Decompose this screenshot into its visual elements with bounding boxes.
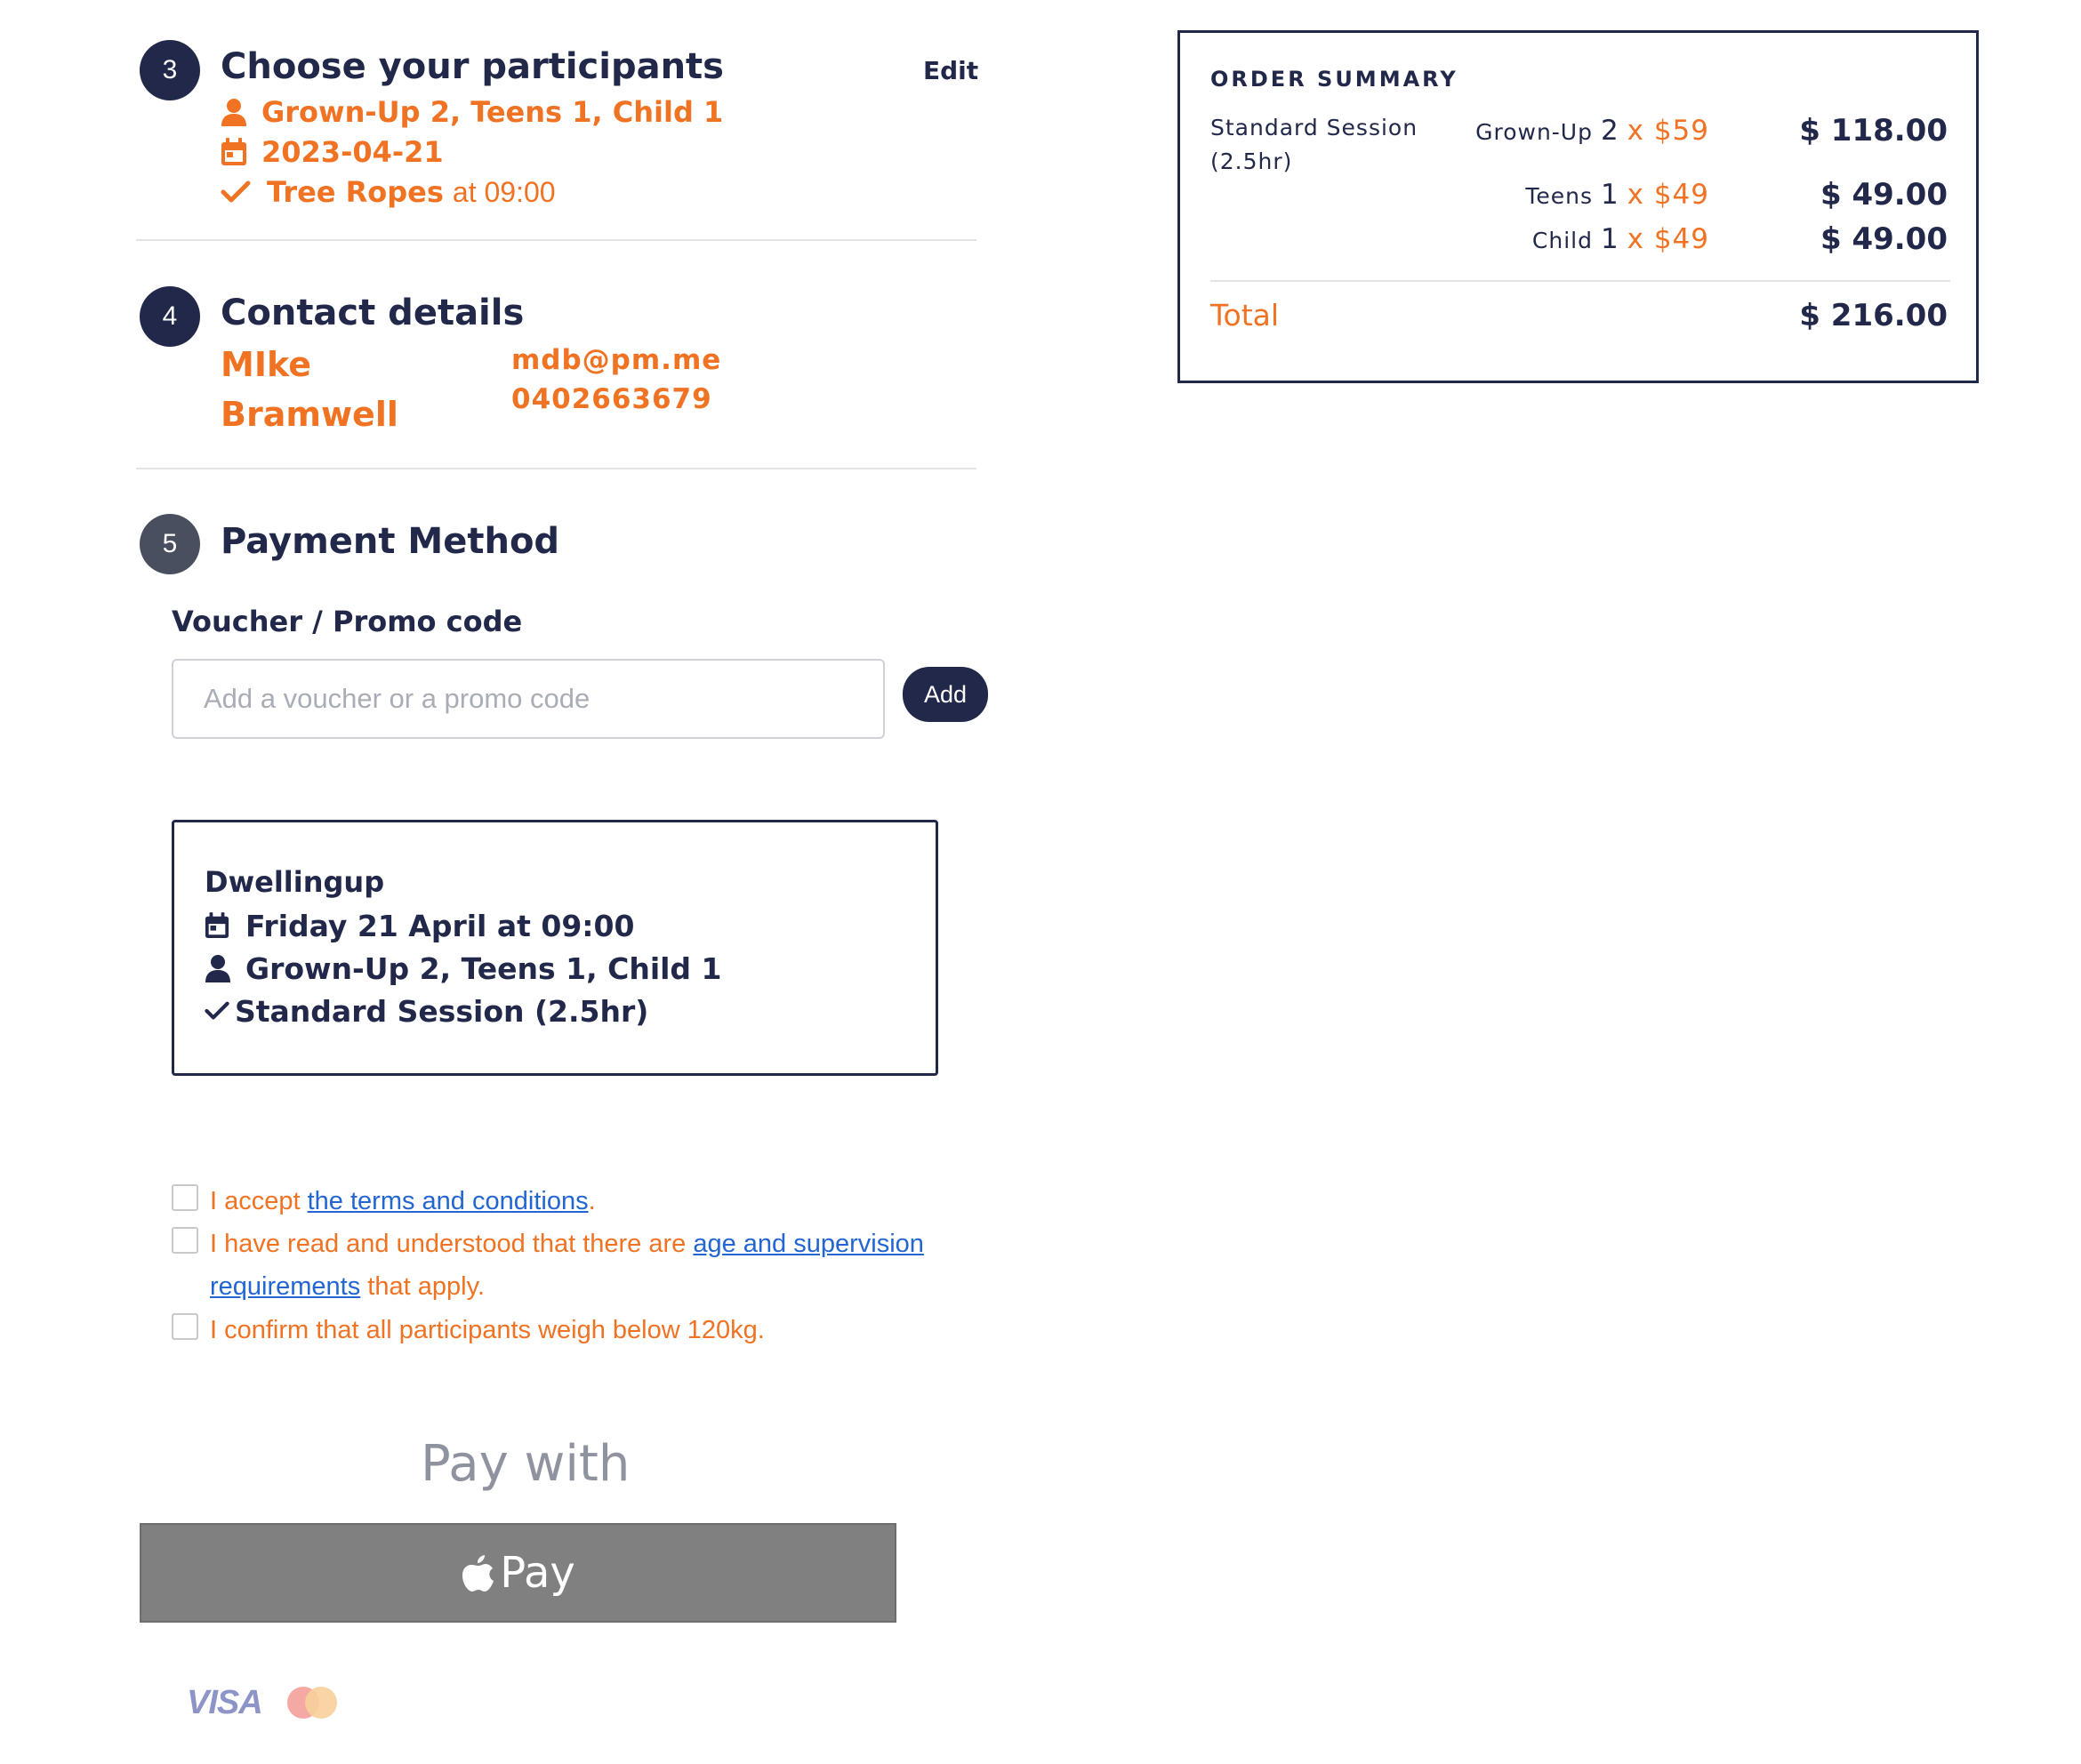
booking-datetime: Friday 21 April at 09:00 bbox=[245, 908, 635, 943]
order-line-category: Child bbox=[1531, 228, 1593, 253]
booking-session-line: Standard Session (2.5hr) bbox=[205, 990, 648, 1032]
payment-step-title: Payment Method bbox=[221, 521, 560, 562]
order-line-teens: Teens 1 x $49 bbox=[1525, 179, 1709, 211]
contact-last-name: Bramwell bbox=[221, 395, 398, 434]
voucher-label: Voucher / Promo code bbox=[172, 605, 523, 638]
contact-step-title: Contact details bbox=[221, 293, 525, 333]
card-brands: VISA bbox=[187, 1683, 339, 1722]
step-3-badge: 3 bbox=[140, 40, 200, 100]
contact-email: mdb@pm.me bbox=[511, 344, 722, 376]
add-voucher-button[interactable]: Add bbox=[903, 667, 988, 722]
step-5-badge: 5 bbox=[140, 514, 200, 574]
age-requirements-checkbox[interactable] bbox=[172, 1227, 198, 1254]
booking-location: Dwellingup bbox=[205, 865, 385, 899]
order-line-category: Teens bbox=[1525, 183, 1593, 209]
step-number: 4 bbox=[162, 301, 178, 331]
requirements-link[interactable]: requirements bbox=[210, 1272, 360, 1301]
apple-logo-icon bbox=[461, 1552, 496, 1594]
contact-first-name: MIke bbox=[221, 345, 311, 384]
order-item-name-line-2: (2.5hr) bbox=[1210, 148, 1293, 174]
booking-datetime-line: Friday 21 April at 09:00 bbox=[205, 904, 634, 947]
activity-line: Tree Ropes at 09:00 bbox=[221, 172, 556, 212]
weight-text: I confirm that all participants weigh be… bbox=[210, 1316, 765, 1344]
date-text: 2023-04-21 bbox=[261, 135, 444, 169]
age-requirements-text-line-1: I have read and understood that there ar… bbox=[210, 1223, 924, 1265]
order-line-unit-price: x $59 bbox=[1627, 115, 1709, 147]
age-suffix: that apply. bbox=[360, 1272, 485, 1301]
terms-link[interactable]: the terms and conditions bbox=[308, 1187, 589, 1215]
order-line-amount: $ 49.00 bbox=[1820, 221, 1948, 257]
contact-phone: 0402663679 bbox=[511, 383, 712, 415]
terms-suffix: . bbox=[588, 1187, 596, 1215]
date-line: 2023-04-21 bbox=[221, 132, 444, 172]
checkmark-icon bbox=[205, 999, 229, 1022]
apple-pay-label: Pay bbox=[500, 1548, 575, 1598]
order-line-grownup: Grown-Up 2 x $59 bbox=[1475, 115, 1709, 147]
order-line-child: Child 1 x $49 bbox=[1532, 223, 1709, 255]
order-total-label: Total bbox=[1210, 298, 1280, 333]
order-line-unit-price: x $49 bbox=[1627, 179, 1709, 211]
edit-participants-link[interactable]: Edit bbox=[923, 56, 978, 85]
step-number: 3 bbox=[162, 55, 178, 84]
visa-logo-icon: VISA bbox=[187, 1683, 263, 1721]
terms-text: I accept the terms and conditions. bbox=[210, 1180, 596, 1223]
order-summary-divider bbox=[1210, 280, 1950, 282]
order-line-category: Grown-Up bbox=[1475, 119, 1593, 145]
booking-summary-card: Dwellingup Friday 21 April at 09:00 Grow… bbox=[172, 820, 938, 1076]
age-requirements-text-line-2: requirements that apply. bbox=[210, 1265, 485, 1308]
activity-time: at 09:00 bbox=[452, 175, 556, 208]
order-item-name: Standard Session (2.5hr) bbox=[1210, 111, 1418, 179]
participants-summary-line: Grown-Up 2, Teens 1, Child 1 bbox=[221, 92, 723, 132]
order-line-qty: 1 bbox=[1600, 223, 1619, 255]
order-summary-panel: ORDER SUMMARY Standard Session (2.5hr) G… bbox=[1177, 30, 1979, 383]
order-line-amount: $ 118.00 bbox=[1799, 113, 1948, 148]
order-total-amount: $ 216.00 bbox=[1799, 298, 1948, 333]
activity-name: Tree Ropes bbox=[267, 175, 444, 209]
participants-summary-text: Grown-Up 2, Teens 1, Child 1 bbox=[261, 95, 724, 129]
section-divider bbox=[136, 239, 976, 241]
user-icon bbox=[205, 954, 237, 982]
checkmark-icon bbox=[221, 180, 253, 204]
booking-participants-line: Grown-Up 2, Teens 1, Child 1 bbox=[205, 947, 722, 990]
weight-checkbox[interactable] bbox=[172, 1313, 198, 1340]
calendar-icon bbox=[205, 912, 237, 939]
step-number: 5 bbox=[162, 529, 178, 558]
order-line-unit-price: x $49 bbox=[1627, 223, 1709, 255]
participants-step-title: Choose your participants bbox=[221, 46, 724, 87]
user-icon bbox=[221, 98, 253, 126]
calendar-icon bbox=[221, 138, 253, 166]
terms-checkbox[interactable] bbox=[172, 1184, 198, 1211]
order-line-qty: 1 bbox=[1600, 179, 1619, 211]
terms-prefix: I accept bbox=[210, 1187, 308, 1215]
booking-participants: Grown-Up 2, Teens 1, Child 1 bbox=[245, 950, 722, 986]
voucher-input[interactable] bbox=[172, 659, 885, 739]
booking-session: Standard Session (2.5hr) bbox=[235, 993, 649, 1029]
age-prefix: I have read and understood that there ar… bbox=[210, 1230, 694, 1258]
order-line-qty: 2 bbox=[1600, 115, 1619, 147]
order-item-name-line-1: Standard Session bbox=[1210, 115, 1418, 140]
order-line-amount: $ 49.00 bbox=[1820, 177, 1948, 212]
apple-pay-button[interactable]: Pay bbox=[140, 1523, 896, 1623]
order-summary-heading: ORDER SUMMARY bbox=[1210, 67, 1458, 92]
pay-with-label: Pay with bbox=[421, 1435, 631, 1493]
step-4-badge: 4 bbox=[140, 286, 200, 347]
section-divider bbox=[136, 468, 976, 469]
age-supervision-link[interactable]: age and supervision bbox=[693, 1230, 924, 1258]
mastercard-logo-icon bbox=[285, 1685, 339, 1720]
